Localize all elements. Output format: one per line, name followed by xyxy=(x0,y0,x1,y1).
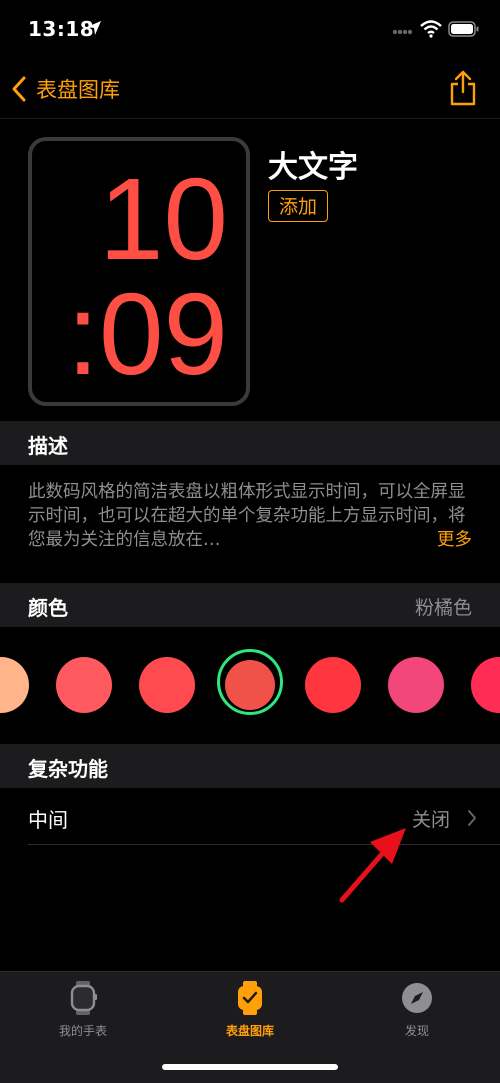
complication-value: 关闭 xyxy=(411,809,450,831)
watch-icon xyxy=(70,981,97,1015)
color-swatch[interactable] xyxy=(0,657,29,713)
preview-hour: 10 xyxy=(98,154,228,284)
chevron-left-icon xyxy=(12,76,26,102)
color-swatch[interactable] xyxy=(56,657,112,713)
tab-face-gallery[interactable]: 表盘图库 xyxy=(170,980,330,1050)
color-swatch[interactable] xyxy=(139,657,195,713)
status-time: 13:18 xyxy=(28,17,95,41)
tab-label: 表盘图库 xyxy=(225,1024,274,1038)
watch-face-preview: 10 :09 xyxy=(28,137,250,406)
tab-label: 我的手表 xyxy=(58,1024,107,1038)
chevron-right-icon xyxy=(468,810,476,826)
status-bar: 13:18 xyxy=(0,0,500,60)
back-button[interactable]: 表盘图库 xyxy=(10,74,120,104)
description-header: 描述 xyxy=(0,421,500,465)
navigation-bar: 表盘图库 xyxy=(0,60,500,119)
location-arrow-icon xyxy=(87,21,101,35)
wifi-icon xyxy=(420,20,442,38)
tab-my-watch[interactable]: 我的手表 xyxy=(3,980,163,1050)
watch-face-detail-screen: 13:18 表盘图库 10 :09 大文字 添加 描述 此数码风格的简洁表盘以粗… xyxy=(0,0,500,1083)
add-button[interactable]: 添加 xyxy=(268,190,329,222)
complication-row-middle[interactable]: 中间 关闭 xyxy=(0,789,500,845)
description-header-label: 描述 xyxy=(28,434,68,458)
color-swatch[interactable] xyxy=(305,657,361,713)
home-indicator xyxy=(162,1064,338,1070)
selected-color-name: 粉橘色 xyxy=(414,597,472,619)
back-label: 表盘图库 xyxy=(36,78,120,102)
signal-dots-icon xyxy=(392,29,413,35)
watch-face-icon xyxy=(238,981,262,1015)
face-title: 大文字 xyxy=(268,150,358,185)
description-body: 此数码风格的简洁表盘以粗体形式显示时间，可以全屏显示时间，也可以在超大的单个复杂… xyxy=(28,482,466,550)
color-header-label: 颜色 xyxy=(28,596,68,620)
compass-icon xyxy=(402,983,432,1013)
color-header: 颜色 粉橘色 xyxy=(0,583,500,627)
tab-label: 发现 xyxy=(404,1024,429,1038)
color-swatch[interactable] xyxy=(388,657,444,713)
color-swatch[interactable] xyxy=(225,660,275,710)
color-swatch[interactable] xyxy=(471,657,500,713)
complication-label: 中间 xyxy=(28,808,68,832)
share-icon[interactable] xyxy=(448,70,478,106)
preview-minute: :09 xyxy=(66,269,228,399)
row-divider xyxy=(28,844,500,845)
complications-header-label: 复杂功能 xyxy=(28,757,108,781)
battery-icon xyxy=(448,21,479,37)
more-link[interactable]: 更多 xyxy=(431,528,472,552)
complications-header: 复杂功能 xyxy=(0,744,500,788)
color-swatch-list xyxy=(0,626,500,744)
description-text: 此数码风格的简洁表盘以粗体形式显示时间，可以全屏显示时间，也可以在超大的单个复杂… xyxy=(28,480,476,552)
tab-discover[interactable]: 发现 xyxy=(337,980,497,1050)
annotation-arrow-icon xyxy=(339,828,406,903)
